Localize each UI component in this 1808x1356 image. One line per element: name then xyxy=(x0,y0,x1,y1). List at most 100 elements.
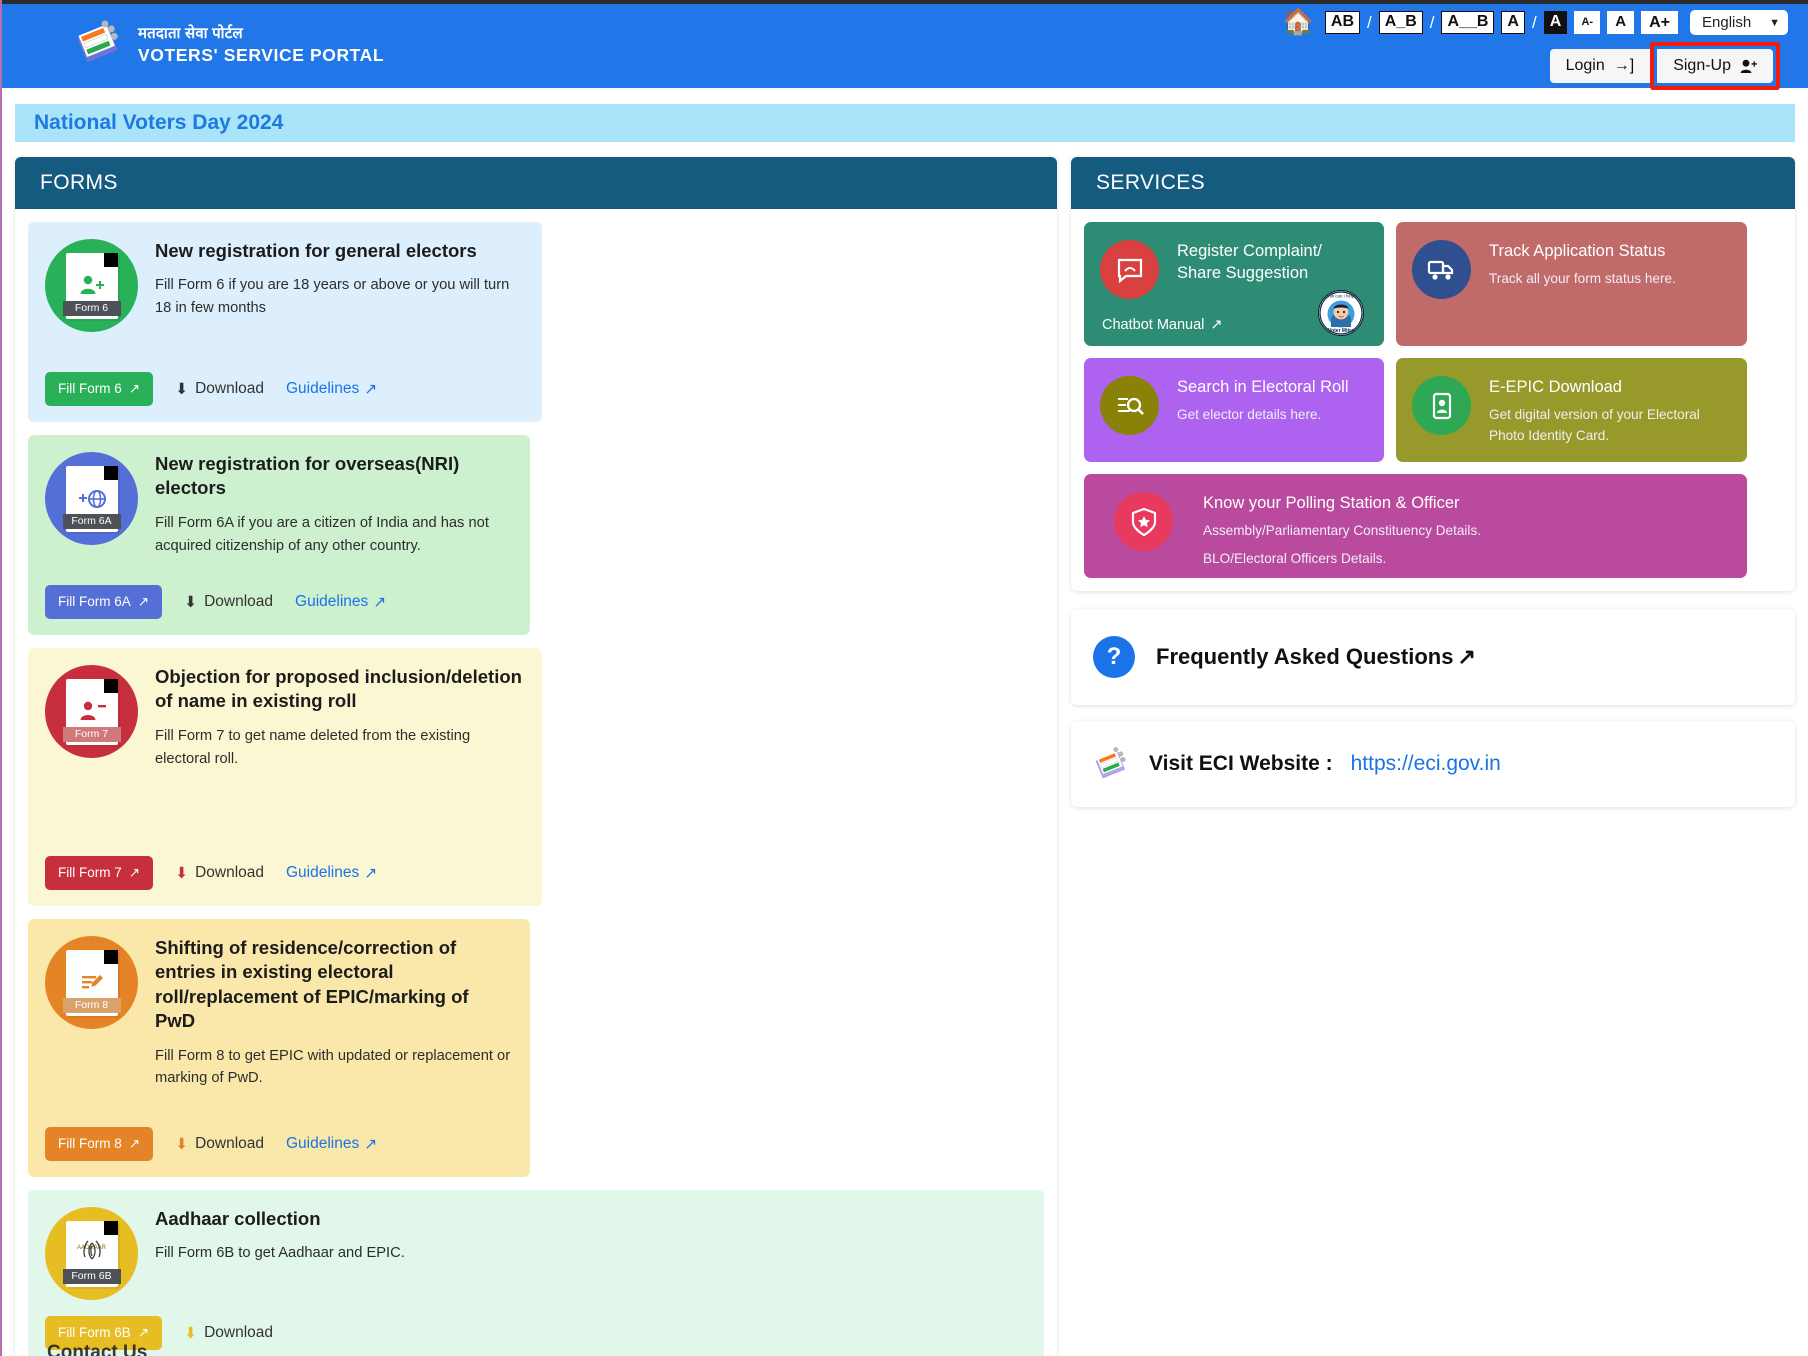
letter-spacing-normal-button[interactable]: AB xyxy=(1324,11,1360,34)
form-card-form8[interactable]: Form 8 Shifting of residence/correction … xyxy=(28,919,530,1177)
header-controls: 🏠 AB / A_B / A__B A / A A- A A+ English … xyxy=(1283,10,1788,90)
form-card-top: Form 6A New registration for overseas(NR… xyxy=(45,452,511,557)
guidelines-form6a-link[interactable]: Guidelines ↗ xyxy=(295,593,386,612)
arrow-up-right-icon: ↗ xyxy=(373,593,387,611)
download-form6b-link[interactable]: ⬇ Download xyxy=(184,1324,273,1343)
form8-actions: Fill Form 8 ↗ ⬇ Download Guidelines ↗ xyxy=(45,1111,511,1161)
voter-mitra-avatar-icon[interactable]: How can I help? Voter Mitra xyxy=(1318,290,1364,336)
service-sub-track-application: Track all your form status here. xyxy=(1489,271,1676,287)
home-icon[interactable]: 🏠 xyxy=(1283,10,1314,35)
download-icon: ⬇ xyxy=(184,593,198,611)
brand-title-english: VOTERS' SERVICE PORTAL xyxy=(138,44,385,65)
form6a-desc: Fill Form 6A if you are a citizen of Ind… xyxy=(155,514,489,554)
signup-button-label: Sign-Up xyxy=(1673,57,1731,74)
services-column: SERVICES Register Complaint/ Share Sugge… xyxy=(1071,157,1795,1356)
fill-form6a-label: Fill Form 6A xyxy=(58,594,131,609)
arrow-up-right-icon: ↗ xyxy=(1457,644,1476,669)
form-card-top: Form 6 New registration for general elec… xyxy=(45,239,523,332)
form8-desc: Fill Form 8 to get EPIC with updated or … xyxy=(155,1047,511,1087)
language-selector-value: English xyxy=(1702,14,1752,31)
download-form6a-link[interactable]: ⬇ Download xyxy=(184,593,273,612)
font-default-button[interactable]: A xyxy=(1607,11,1635,34)
service-sub-epic-download: Get digital version of your Electoral Ph… xyxy=(1489,407,1700,443)
service-title-track-application: Track Application Status xyxy=(1489,242,1666,260)
font-decrease-button[interactable]: A- xyxy=(1574,11,1601,34)
arrow-up-right-icon: ↗ xyxy=(1210,317,1223,333)
letter-spacing-wide-button[interactable]: A__B xyxy=(1441,11,1495,34)
form6-badge: Form 6 xyxy=(62,300,121,316)
national-voters-day-banner[interactable]: National Voters Day 2024 xyxy=(15,104,1795,142)
divider: / xyxy=(1367,12,1372,32)
service-tile-search-electoral-roll[interactable]: Search in Electoral Roll Get elector det… xyxy=(1084,358,1384,462)
guidelines-form7-link[interactable]: Guidelines ↗ xyxy=(286,864,377,883)
service-tile-polling-station[interactable]: Know your Polling Station & Officer Asse… xyxy=(1084,474,1747,578)
site-header: मतदाता सेवा पोर्टल VOTERS' SERVICE PORTA… xyxy=(2,0,1808,90)
services-panel: SERVICES Register Complaint/ Share Sugge… xyxy=(1071,157,1795,591)
guidelines-form6-label: Guidelines xyxy=(286,380,360,397)
eci-url-link[interactable]: https://eci.gov.in xyxy=(1351,752,1501,776)
form-card-top: Form 8 Shifting of residence/correction … xyxy=(45,936,511,1090)
form6a-title: New registration for overseas(NRI) elect… xyxy=(155,453,460,499)
letter-spacing-medium-button[interactable]: A_B xyxy=(1378,11,1423,34)
login-button[interactable]: Login →] xyxy=(1549,49,1651,83)
contrast-dark-button[interactable]: A xyxy=(1543,11,1568,34)
form6a-badge: Form 6A xyxy=(62,513,121,529)
fill-form8-button[interactable]: Fill Form 8 ↗ xyxy=(45,1127,154,1161)
service-tile-epic-download[interactable]: E-EPIC Download Get digital version of y… xyxy=(1396,358,1747,462)
form-card-form7[interactable]: Form 7 Objection for proposed inclusion/… xyxy=(28,648,542,906)
forms-grid: Form 6 New registration for general elec… xyxy=(28,222,1044,1356)
services-panel-header: SERVICES xyxy=(1071,157,1795,209)
download-form8-link[interactable]: ⬇ Download xyxy=(175,1135,264,1154)
eci-label: Visit ECI Website : xyxy=(1149,752,1333,775)
download-form6-label: Download xyxy=(195,380,264,397)
shield-star-icon xyxy=(1114,492,1173,551)
service-sub2-polling-station: BLO/Electoral Officers Details. xyxy=(1203,550,1387,566)
faq-panel[interactable]: ? Frequently Asked Questions ↗ xyxy=(1071,609,1795,705)
auth-buttons: Login →] Sign-Up xyxy=(1549,42,1780,90)
signup-button[interactable]: Sign-Up xyxy=(1657,49,1773,83)
services-heading: SERVICES xyxy=(1096,171,1206,194)
download-form6a-label: Download xyxy=(204,593,274,610)
fill-form6-button[interactable]: Fill Form 6 ↗ xyxy=(45,372,154,406)
download-icon: ⬇ xyxy=(175,864,189,882)
download-form7-link[interactable]: ⬇ Download xyxy=(175,864,264,883)
faq-link[interactable]: Frequently Asked Questions ↗ xyxy=(1156,644,1476,670)
guidelines-form8-link[interactable]: Guidelines ↗ xyxy=(286,1135,377,1154)
fill-form7-label: Fill Form 7 xyxy=(58,865,122,880)
forms-heading: FORMS xyxy=(40,171,118,194)
arrow-up-right-icon: ↗ xyxy=(364,1135,378,1153)
language-selector[interactable]: English ▼ xyxy=(1690,10,1788,35)
guidelines-form7-label: Guidelines xyxy=(286,864,360,881)
forms-panel: FORMS Form 6 New registration for genera… xyxy=(15,157,1057,1356)
download-icon: ⬇ xyxy=(175,1135,189,1153)
service-sub-polling-station: Assembly/Parliamentary Constituency Deta… xyxy=(1203,523,1482,539)
service-title-polling-station: Know your Polling Station & Officer xyxy=(1203,494,1460,512)
form-card-form6[interactable]: Form 6 New registration for general elec… xyxy=(28,222,542,422)
form7-title: Objection for proposed inclusion/deletio… xyxy=(155,666,522,712)
service-tile-track-application[interactable]: Track Application Status Track all your … xyxy=(1396,222,1747,346)
download-icon: ⬇ xyxy=(175,380,189,398)
download-form8-label: Download xyxy=(195,1135,264,1152)
service-tile-register-complaint[interactable]: Register Complaint/ Share Suggestion Cha… xyxy=(1084,222,1384,346)
forms-column: FORMS Form 6 New registration for genera… xyxy=(15,157,1057,1356)
chatbot-manual-link[interactable]: Chatbot Manual ↗ xyxy=(1102,317,1223,333)
guidelines-form6-link[interactable]: Guidelines ↗ xyxy=(286,380,377,399)
services-grid: Register Complaint/ Share Suggestion Cha… xyxy=(1084,222,1782,578)
guidelines-form6a-label: Guidelines xyxy=(295,593,369,610)
guidelines-form8-label: Guidelines xyxy=(286,1135,360,1152)
form-card-form6a[interactable]: Form 6A New registration for overseas(NR… xyxy=(28,435,530,635)
id-card-icon xyxy=(1412,376,1471,435)
contrast-light-button[interactable]: A xyxy=(1501,11,1525,34)
form6-actions: Fill Form 6 ↗ ⬇ Download Guidelines ↗ xyxy=(45,356,523,406)
form6b-badge: Form 6B xyxy=(62,1268,121,1284)
form-card-form6b[interactable]: AADHAAR Form 6B Aadhaar collection Fill … xyxy=(28,1190,1044,1356)
form6-title: New registration for general electors xyxy=(155,240,477,261)
fill-form6a-button[interactable]: Fill Form 6A ↗ xyxy=(45,585,163,619)
download-form6-link[interactable]: ⬇ Download xyxy=(175,380,264,399)
login-button-label: Login xyxy=(1565,57,1605,74)
fill-form6b-label: Fill Form 6B xyxy=(58,1325,131,1340)
fill-form7-button[interactable]: Fill Form 7 ↗ xyxy=(45,856,154,890)
font-increase-button[interactable]: A+ xyxy=(1641,10,1678,35)
svg-text:How can I help?: How can I help? xyxy=(1325,294,1357,299)
download-form6b-label: Download xyxy=(204,1324,274,1341)
